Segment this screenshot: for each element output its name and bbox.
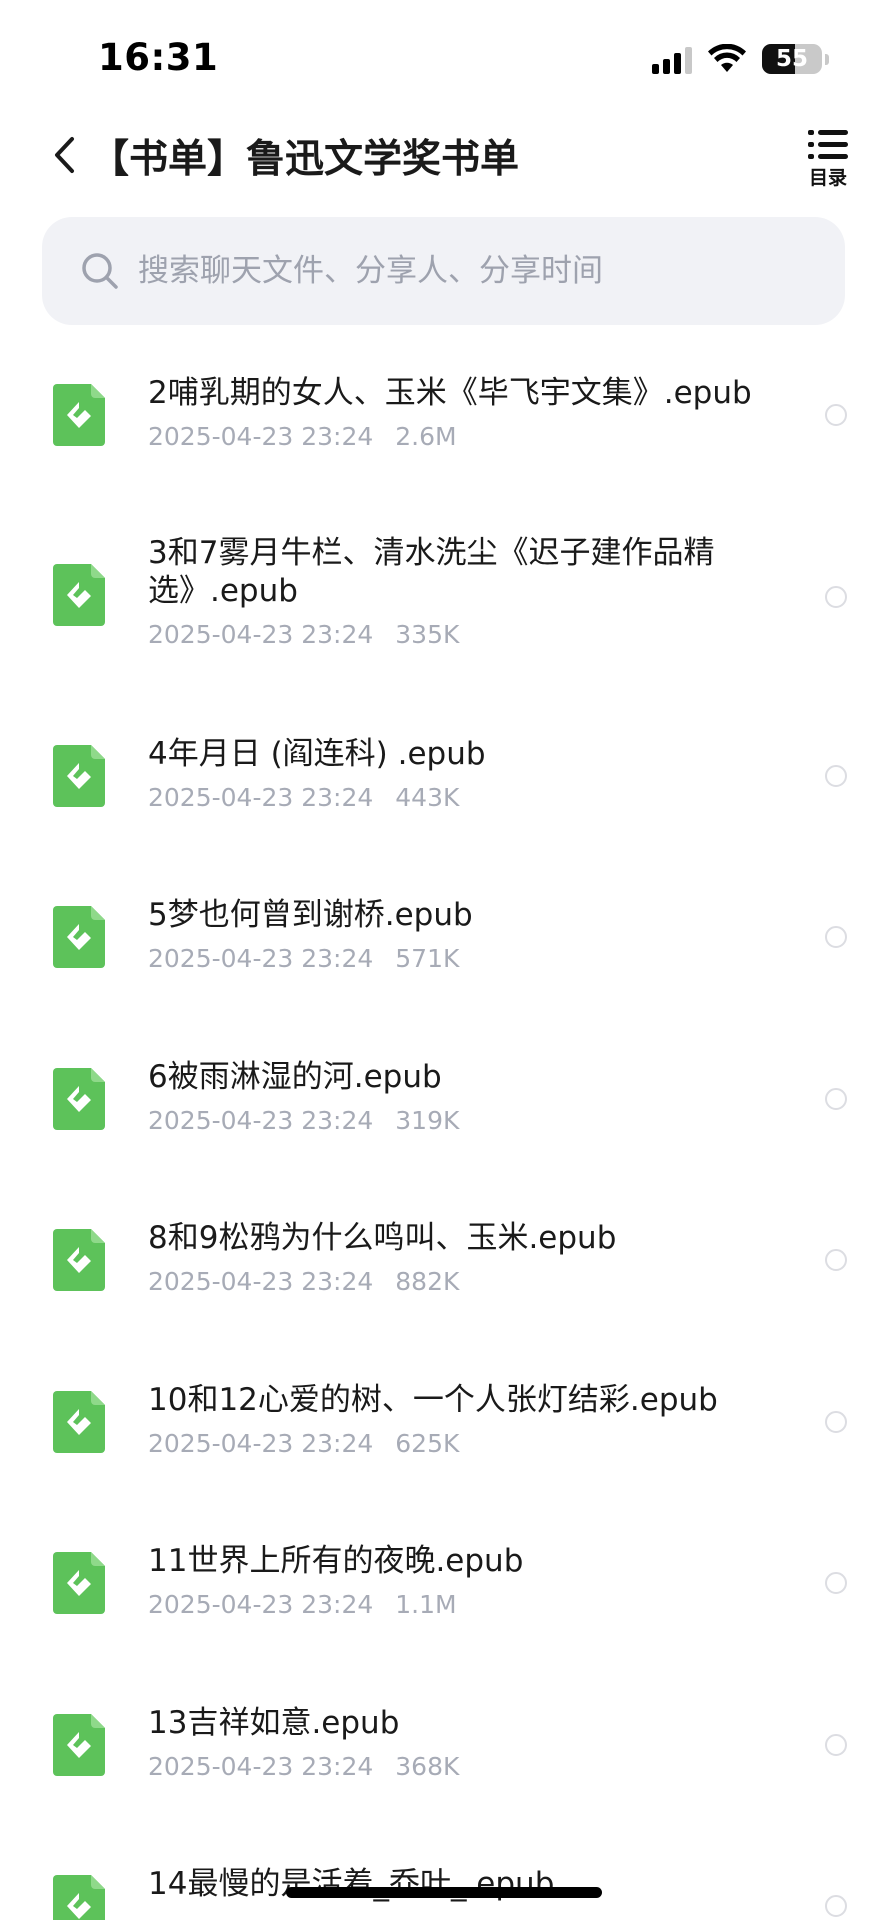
- wifi-icon: [708, 44, 746, 72]
- toc-button[interactable]: 目录: [803, 126, 853, 190]
- select-radio[interactable]: [825, 1087, 847, 1110]
- nav-header: 【书单】鲁迅文学奖书单 目录: [0, 118, 887, 192]
- file-size: 368K: [395, 1751, 460, 1781]
- epub-file-icon: [53, 1875, 105, 1920]
- select-radio[interactable]: [825, 404, 847, 426]
- toc-label: 目录: [808, 167, 847, 189]
- file-text: 2哺乳期的女人、玉米《毕飞宇文集》.epub 2025-04-23 23:24 2…: [148, 374, 777, 451]
- select-radio[interactable]: [825, 926, 847, 948]
- file-row[interactable]: 10和12心爱的树、一个人张灯结彩.epub 2025-04-23 23:24 6…: [0, 1345, 887, 1507]
- battery-level: 55: [775, 46, 808, 72]
- select-radio[interactable]: [825, 1249, 847, 1271]
- epub-file-icon: [53, 1229, 105, 1291]
- page-title: 【书单】鲁迅文学奖书单: [90, 137, 520, 182]
- select-radio[interactable]: [825, 1895, 847, 1917]
- status-bar: 16:31 55: [0, 0, 887, 110]
- file-name: 4年月日 (阎连科) .epub: [148, 735, 486, 772]
- select-radio[interactable]: [825, 1733, 847, 1756]
- status-icons: 55: [652, 42, 829, 76]
- file-name: 6被雨淋湿的河.epub: [148, 1058, 442, 1095]
- file-date: 2025-04-23 23:24: [148, 1105, 374, 1135]
- select-radio[interactable]: [825, 1410, 847, 1433]
- file-row[interactable]: 6被雨淋湿的河.epub 2025-04-23 23:24 319K: [0, 1022, 887, 1184]
- file-text: 11世界上所有的夜晚.epub 2025-04-23 23:24 1.1M: [148, 1542, 777, 1619]
- file-name: 10和12心爱的树、一个人张灯结彩.epub: [148, 1381, 718, 1418]
- file-meta: 2025-04-23 23:24 443K: [148, 783, 777, 812]
- file-size: 882K: [395, 1267, 460, 1296]
- file-text: 6被雨淋湿的河.epub 2025-04-23 23:24 319K: [148, 1058, 777, 1135]
- file-row[interactable]: 13吉祥如意.epub 2025-04-23 23:24 368K: [0, 1668, 887, 1830]
- search-icon: [82, 253, 118, 289]
- file-text: 3和7雾月牛栏、清水洗尘《迟子建作品精选》.epub 2025-04-23 23…: [148, 534, 777, 649]
- file-date: 2025-04-23 23:24: [148, 782, 374, 812]
- file-size: 1.1M: [395, 1590, 457, 1619]
- file-meta: 2025-04-23 23:24 882K: [148, 1267, 777, 1296]
- file-date: 2025-04-23 23:24: [148, 1267, 374, 1296]
- file-row[interactable]: 2哺乳期的女人、玉米《毕飞宇文集》.epub 2025-04-23 23:24 2…: [0, 338, 887, 500]
- file-date: 2025-04-23 23:24: [148, 422, 374, 451]
- file-name: 13吉祥如意.epub: [148, 1704, 400, 1741]
- file-date: 2025-04-23 23:24: [148, 1590, 374, 1619]
- file-text: 8和9松鸦为什么鸣叫、玉米.epub 2025-04-23 23:24 882K: [148, 1219, 777, 1296]
- back-button[interactable]: [44, 130, 84, 180]
- file-meta: 2025-04-23 23:24 319K: [148, 1106, 777, 1135]
- file-meta: 2025-04-23 23:24 2.6M: [148, 422, 777, 451]
- file-row[interactable]: 4年月日 (阎连科) .epub 2025-04-23 23:24 443K: [0, 699, 887, 861]
- select-radio[interactable]: [825, 585, 847, 608]
- chevron-left-icon: [55, 137, 74, 173]
- battery-tip: [825, 53, 829, 65]
- epub-file-icon: [53, 744, 105, 807]
- status-time: 16:31: [98, 36, 219, 79]
- file-row[interactable]: 5梦也何曾到谢桥.epub 2025-04-23 23:24 571K: [0, 860, 887, 1022]
- file-row[interactable]: 11世界上所有的夜晚.epub 2025-04-23 23:24 1.1M: [0, 1506, 887, 1668]
- search-input[interactable]: [136, 240, 845, 302]
- file-size: 625K: [395, 1428, 460, 1458]
- file-row[interactable]: 14最慢的是活着_乔叶_.epub: [0, 1829, 887, 1920]
- select-radio[interactable]: [825, 764, 847, 787]
- file-date: 2025-04-23 23:24: [148, 619, 374, 649]
- file-date: 2025-04-23 23:24: [148, 1751, 374, 1781]
- list-icon: [808, 130, 848, 159]
- file-size: 443K: [395, 782, 460, 812]
- file-date: 2025-04-23 23:24: [148, 944, 374, 973]
- epub-file-icon: [53, 1713, 105, 1776]
- epub-file-icon: [53, 1552, 105, 1614]
- epub-file-icon: [53, 906, 105, 968]
- file-name: 2哺乳期的女人、玉米《毕飞宇文集》.epub: [148, 375, 752, 411]
- select-radio[interactable]: [825, 1572, 847, 1594]
- file-meta: 2025-04-23 23:24 571K: [148, 944, 777, 973]
- file-name: 8和9松鸦为什么鸣叫、玉米.epub: [148, 1220, 617, 1256]
- file-text: 10和12心爱的树、一个人张灯结彩.epub 2025-04-23 23:24 6…: [148, 1381, 777, 1458]
- file-list: 2哺乳期的女人、玉米《毕飞宇文集》.epub 2025-04-23 23:24 2…: [0, 338, 887, 1920]
- file-name: 3和7雾月牛栏、清水洗尘《迟子建作品精选》.epub: [148, 534, 715, 609]
- file-meta: 2025-04-23 23:24 625K: [148, 1429, 777, 1458]
- search-bar[interactable]: [42, 217, 845, 325]
- file-size: 335K: [395, 619, 460, 649]
- file-meta: 2025-04-23 23:24 335K: [148, 620, 777, 649]
- epub-file-icon: [53, 1067, 105, 1130]
- file-row[interactable]: 3和7雾月牛栏、清水洗尘《迟子建作品精选》.epub 2025-04-23 23…: [0, 500, 887, 699]
- file-meta: 2025-04-23 23:24 1.1M: [148, 1590, 777, 1619]
- epub-file-icon: [53, 1390, 105, 1453]
- cellular-signal-icon: [652, 44, 692, 74]
- battery-icon: 55: [762, 44, 822, 74]
- file-size: 319K: [395, 1105, 460, 1135]
- file-size: 2.6M: [395, 422, 457, 451]
- file-text: 13吉祥如意.epub 2025-04-23 23:24 368K: [148, 1704, 777, 1781]
- file-text: 4年月日 (阎连科) .epub 2025-04-23 23:24 443K: [148, 735, 777, 812]
- file-meta: 2025-04-23 23:24 368K: [148, 1752, 777, 1781]
- epub-file-icon: [53, 384, 105, 446]
- file-name: 11世界上所有的夜晚.epub: [148, 1543, 524, 1579]
- file-name: 5梦也何曾到谢桥.epub: [148, 897, 473, 933]
- home-indicator[interactable]: [286, 1887, 602, 1898]
- file-size: 571K: [395, 944, 460, 973]
- file-row[interactable]: 8和9松鸦为什么鸣叫、玉米.epub 2025-04-23 23:24 882K: [0, 1183, 887, 1345]
- screen: 16:31 55 【书单】鲁迅文学奖书单 目录 搜索聊天文件、分享人、分享时间 …: [0, 0, 887, 1920]
- file-date: 2025-04-23 23:24: [148, 1428, 374, 1458]
- file-text: 5梦也何曾到谢桥.epub 2025-04-23 23:24 571K: [148, 896, 777, 973]
- epub-file-icon: [53, 563, 105, 626]
